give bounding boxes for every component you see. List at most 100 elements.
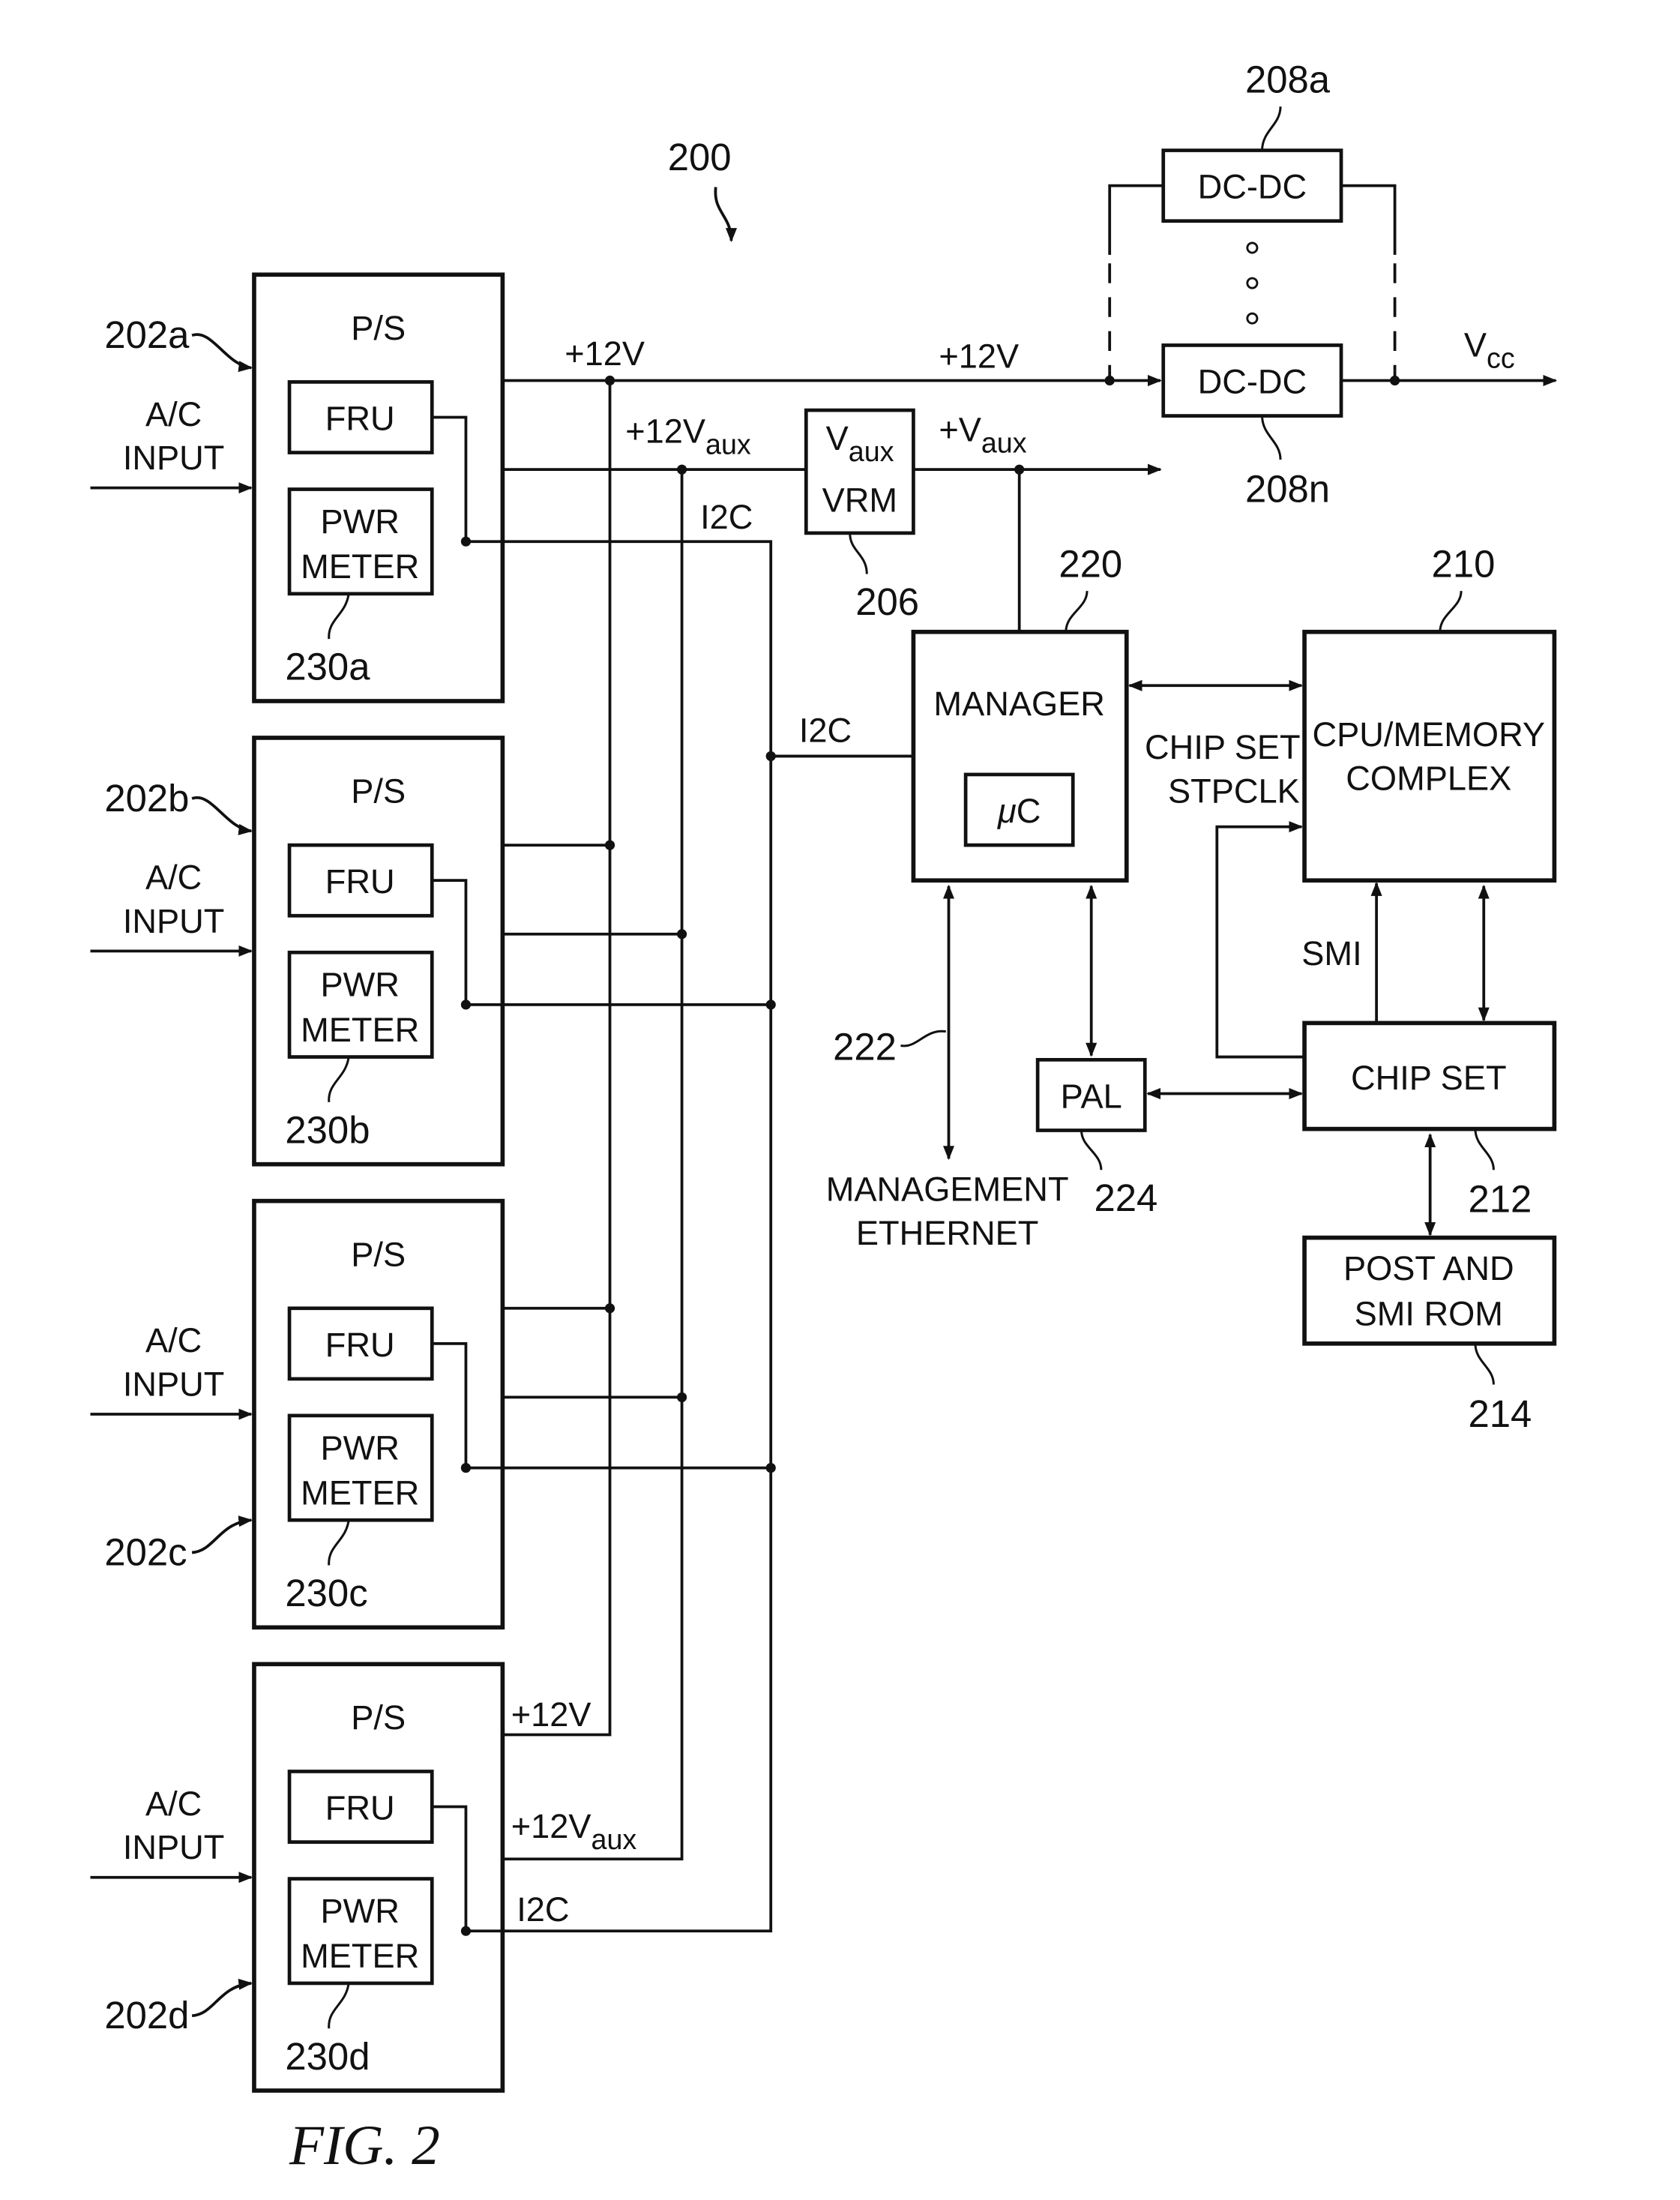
post-smi-rom: POST AND SMI ROM 214 — [1302, 1235, 1557, 1435]
v12aux-label-sub: aux — [705, 428, 751, 460]
ps-title: P/S — [351, 1698, 406, 1737]
vaux-out-label: +Vaux — [939, 410, 1026, 458]
junction-dot — [676, 1392, 687, 1403]
figure-caption: FIG. 2 — [289, 2115, 440, 2177]
ac-input-label-2: INPUT — [123, 1365, 225, 1404]
pwr-meter-label-1: PWR — [320, 502, 399, 541]
ellipsis-dot — [1246, 277, 1259, 289]
dcdc-a-ref: 208a — [1245, 58, 1331, 100]
junction-dot — [676, 929, 687, 940]
meter-ref: 230b — [285, 1108, 370, 1151]
vrm-ref: 206 — [855, 580, 919, 623]
v12-label: +12V — [564, 334, 645, 373]
v12-label-d: +12V — [511, 1695, 591, 1734]
pwr-meter-label-1: PWR — [320, 1892, 399, 1930]
vaux-out-label-sub: aux — [981, 427, 1027, 459]
vrm-label-main: V — [826, 419, 849, 457]
v12aux-bus-vertical — [502, 469, 684, 1861]
ac-input-label-2: INPUT — [123, 1828, 225, 1866]
power-supply-c: P/S FRU PWR METER 230c 202c A/C INPUT — [90, 1198, 505, 1630]
junction-dot — [676, 464, 687, 475]
ps-ref-arrow — [191, 333, 253, 373]
block-diagram: 200 P/S FRU PWR METER 230a 202a A/C INPU… — [90, 58, 1558, 2177]
vrm-leader — [849, 532, 868, 574]
ac-input-label-2: INPUT — [123, 439, 225, 477]
pwr-meter-label-1: PWR — [320, 1428, 399, 1467]
ps-title: P/S — [351, 1235, 406, 1273]
ps-title: P/S — [351, 309, 406, 347]
ac-input-label-1: A/C — [145, 395, 202, 433]
junction-dot — [765, 1000, 776, 1010]
fru-label: FRU — [325, 862, 395, 901]
v12-label-mid: +12V — [939, 337, 1019, 376]
manager-label: MANAGER — [933, 685, 1104, 723]
manager-leader — [1065, 590, 1089, 632]
junction-dot — [604, 1303, 615, 1314]
cpu-memory-complex: CPU/MEMORY COMPLEX 210 — [1302, 542, 1557, 883]
ac-input-label-2: INPUT — [123, 902, 225, 940]
bus-wiring: +12V +12V +12Vaux I2C I2C +12V +12Vaux I… — [466, 334, 1162, 1933]
ps-ref: 202c — [104, 1531, 187, 1574]
i2c-label-d: I2C — [517, 1890, 569, 1929]
system-ref: 200 — [668, 136, 732, 178]
chipset-label: CHIP SET — [1351, 1059, 1507, 1097]
i2c-label-manager: I2C — [799, 712, 852, 750]
chipset-stpclk-label-2: STPCLK — [1168, 772, 1300, 811]
cpu-label-1: CPU/MEMORY — [1313, 715, 1546, 754]
cpu-box — [1302, 629, 1557, 883]
power-supply-a: P/S FRU PWR METER 230a 202a A/C INPUT — [90, 272, 505, 703]
ps-ref: 202d — [104, 1994, 189, 2037]
chipset-leader — [1474, 1128, 1495, 1170]
v12aux-label-d: +12Vaux — [511, 1807, 637, 1855]
microcontroller-label: μC — [997, 792, 1041, 830]
fru-label: FRU — [325, 1326, 395, 1364]
dcdc-out-branch — [1341, 184, 1397, 255]
ethernet-label-2: ETHERNET — [856, 1214, 1039, 1252]
ps-ref: 202a — [104, 313, 190, 356]
system-ref-arrow — [714, 187, 738, 242]
meter-ref: 230c — [285, 1572, 367, 1614]
ac-input-label-1: A/C — [145, 1785, 202, 1823]
manager-ref: 220 — [1059, 542, 1122, 585]
stpclk-line — [1215, 821, 1305, 1059]
chipset-stpclk-label-1: CHIP SET — [1145, 728, 1301, 766]
power-supply-d: P/S FRU PWR METER 230d 202d A/C INPUT — [90, 1662, 505, 2093]
rom-leader — [1474, 1343, 1495, 1385]
junction-dot — [765, 751, 776, 762]
vrm-label-sub: aux — [849, 436, 894, 467]
junction-dot — [604, 840, 615, 850]
ps-ref: 202b — [104, 777, 189, 820]
rom-label-1: POST AND — [1343, 1249, 1514, 1287]
vcc-label: Vcc — [1464, 325, 1515, 373]
ps-ref-arrow — [191, 1515, 253, 1554]
dcdc-n-ref: 208n — [1245, 467, 1330, 510]
smi-label: SMI — [1301, 934, 1361, 973]
vaux-vrm: Vaux VRM 206 +Vaux — [804, 408, 1162, 632]
cpu-leader — [1439, 590, 1463, 632]
ethernet-ref: 222 — [833, 1025, 897, 1068]
ethernet-label-1: MANAGEMENT — [826, 1170, 1069, 1209]
ps-ref-arrow — [191, 796, 253, 835]
ac-input-label-1: A/C — [145, 858, 202, 896]
dcdc-a-label: DC-DC — [1198, 168, 1307, 206]
ps-ref-arrow — [191, 1978, 253, 2018]
v12aux-label-main: +12V — [625, 412, 705, 450]
i2c-label-top: I2C — [700, 498, 753, 536]
v12aux-label-d-sub: aux — [591, 1824, 637, 1855]
pwr-meter-label-2: METER — [301, 547, 419, 586]
vcc-label-main: V — [1464, 325, 1487, 364]
vaux-out-label-main: +V — [939, 410, 981, 448]
pwr-meter-label-2: METER — [301, 1474, 419, 1512]
pal-ref: 224 — [1094, 1176, 1157, 1219]
pal-leader — [1080, 1130, 1103, 1170]
junction-dot — [1104, 375, 1115, 386]
meter-ref: 230d — [285, 2035, 370, 2078]
cpu-label-2: COMPLEX — [1346, 760, 1511, 798]
meter-ref: 230a — [285, 646, 370, 688]
rom-label-2: SMI ROM — [1355, 1294, 1503, 1332]
dcdc-n-label: DC-DC — [1198, 362, 1307, 400]
v12aux-label: +12Vaux — [625, 412, 751, 460]
ethernet-leader — [900, 1030, 946, 1048]
fru-label: FRU — [325, 1788, 395, 1827]
pwr-meter-label-2: METER — [301, 1011, 419, 1049]
